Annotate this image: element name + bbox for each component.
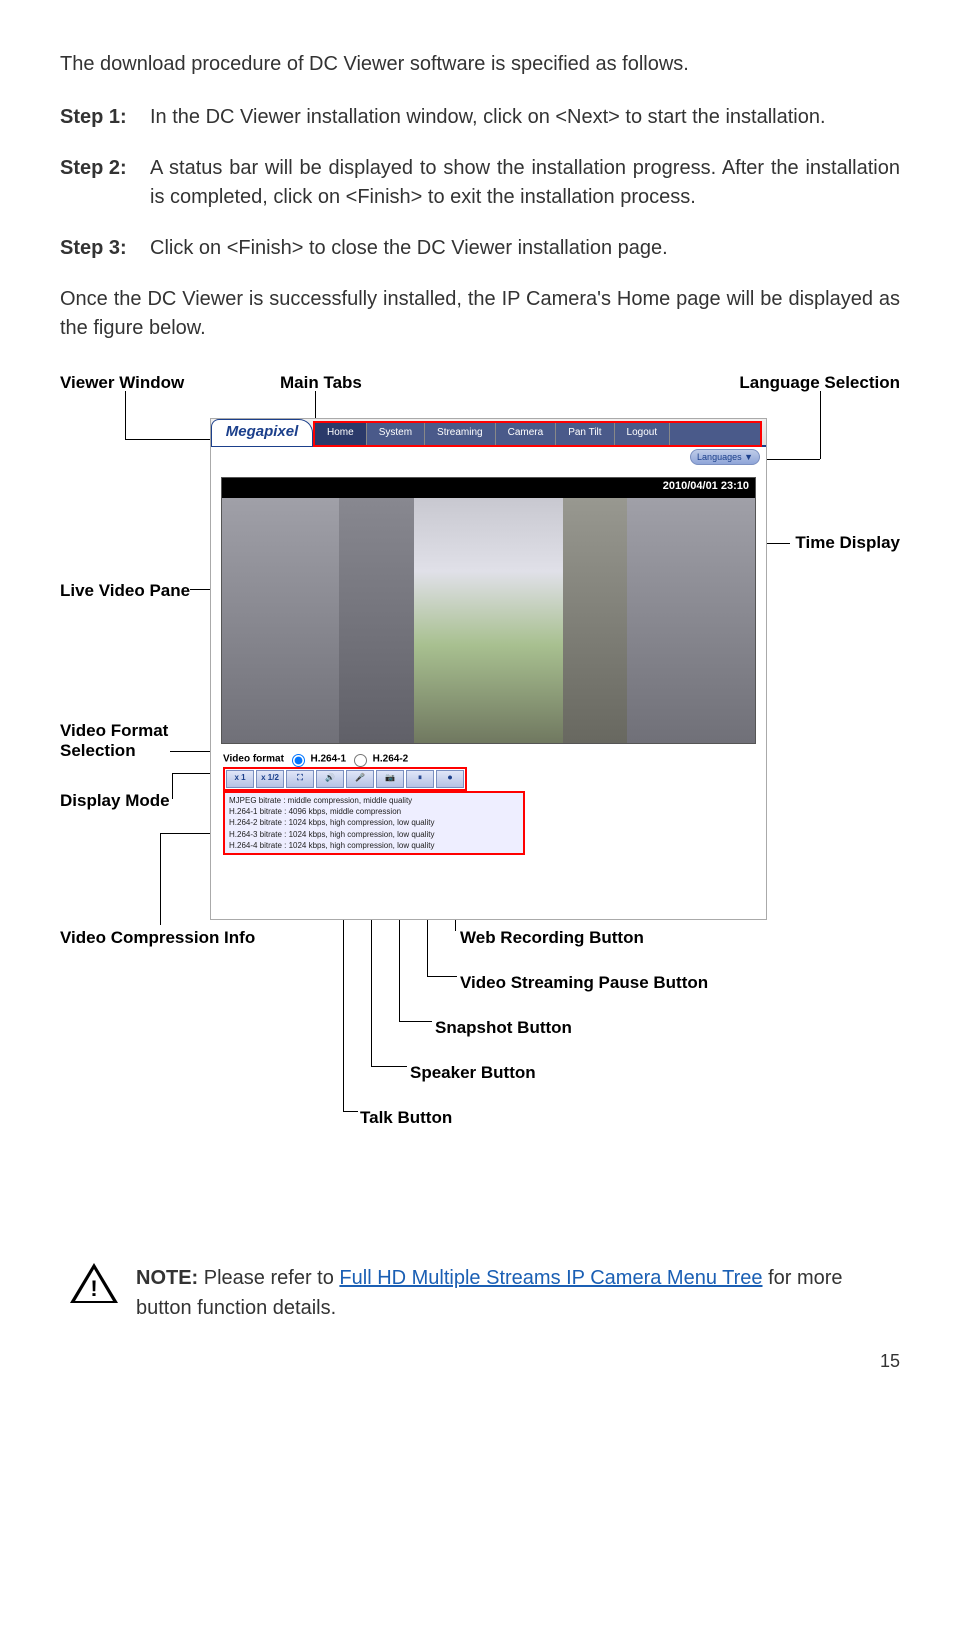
- callout-viewer-window: Viewer Window: [60, 373, 184, 393]
- control-button-4[interactable]: 🎤: [346, 770, 374, 788]
- callout-video-format-selection: Video Format Selection: [60, 721, 168, 761]
- video-format-label: Video format: [223, 754, 284, 765]
- menu-tree-link[interactable]: Full HD Multiple Streams IP Camera Menu …: [339, 1267, 762, 1289]
- intro-text: The download procedure of DC Viewer soft…: [60, 50, 900, 79]
- tab-camera[interactable]: Camera: [496, 423, 557, 445]
- callout-main-tabs: Main Tabs: [280, 373, 362, 393]
- control-button-2[interactable]: ⛶: [286, 770, 314, 788]
- conclusion-text: Once the DC Viewer is successfully insta…: [60, 285, 900, 343]
- tab-home[interactable]: Home: [315, 423, 367, 445]
- step-row-2: Step 2:A status bar will be displayed to…: [60, 154, 900, 212]
- video-format-row: Video format H.264-1 H.264-2: [223, 751, 408, 767]
- callout-snapshot-button: Snapshot Button: [435, 1018, 572, 1038]
- callout-language-selection: Language Selection: [739, 373, 900, 393]
- live-video-pane: 2010/04/01 23:10: [221, 477, 756, 744]
- tab-system[interactable]: System: [367, 423, 425, 445]
- step-row-1: Step 1:In the DC Viewer installation win…: [60, 103, 900, 132]
- step-row-3: Step 3:Click on <Finish> to close the DC…: [60, 234, 900, 263]
- callout-video-streaming-pause-button: Video Streaming Pause Button: [460, 973, 708, 993]
- step-label: Step 2:: [60, 154, 150, 212]
- note-row: ! NOTE: Please refer to Full HD Multiple…: [60, 1263, 900, 1323]
- tab-streaming[interactable]: Streaming: [425, 423, 496, 445]
- tab-logout[interactable]: Logout: [615, 423, 671, 445]
- compression-info-box: MJPEG bitrate : middle compression, midd…: [223, 791, 525, 855]
- callout-talk-button: Talk Button: [360, 1108, 452, 1128]
- control-button-3[interactable]: 🔊: [316, 770, 344, 788]
- control-button-1[interactable]: x 1/2: [256, 770, 284, 788]
- ip-camera-home-window: Megapixel HomeSystemStreamingCameraPan T…: [210, 418, 767, 920]
- vf-option-1: H.264-1: [311, 754, 347, 765]
- callout-display-mode: Display Mode: [60, 791, 170, 811]
- note-body-before: Please refer to: [198, 1267, 339, 1289]
- note-text: NOTE: Please refer to Full HD Multiple S…: [136, 1263, 890, 1323]
- control-button-7[interactable]: ⏺: [436, 770, 464, 788]
- warning-icon: !: [70, 1263, 118, 1305]
- step-label: Step 1:: [60, 103, 150, 132]
- step-text: Click on <Finish> to close the DC Viewer…: [150, 234, 900, 263]
- time-display: 2010/04/01 23:10: [663, 480, 749, 492]
- step-text: In the DC Viewer installation window, cl…: [150, 103, 900, 132]
- control-button-5[interactable]: 📷: [376, 770, 404, 788]
- video-format-radio-1[interactable]: [292, 754, 305, 767]
- brand-logo: Megapixel: [211, 419, 313, 446]
- callout-speaker-button: Speaker Button: [410, 1063, 536, 1083]
- tab-pan-tilt[interactable]: Pan Tilt: [556, 423, 614, 445]
- main-tabs-group: HomeSystemStreamingCameraPan TiltLogout: [313, 421, 762, 447]
- callout-web-recording-button: Web Recording Button: [460, 928, 644, 948]
- language-dropdown[interactable]: Languages ▼: [690, 449, 760, 465]
- callout-video-compression-info: Video Compression Info: [60, 928, 255, 948]
- control-button-0[interactable]: x 1: [226, 770, 254, 788]
- callout-time-display: Time Display: [795, 533, 900, 553]
- compression-line: H.264-3 bitrate : 1024 kbps, high compre…: [229, 829, 519, 840]
- annotated-screenshot-figure: Viewer Window Main Tabs Language Selecti…: [60, 373, 900, 1203]
- compression-line: H.264-2 bitrate : 1024 kbps, high compre…: [229, 817, 519, 828]
- compression-line: MJPEG bitrate : middle compression, midd…: [229, 795, 519, 806]
- compression-line: H.264-1 bitrate : 4096 kbps, middle comp…: [229, 806, 519, 817]
- control-button-row: x 1x 1/2⛶🔊🎤📷⏸⏺: [223, 767, 467, 791]
- step-text: A status bar will be displayed to show t…: [150, 154, 900, 212]
- compression-line: H.264-4 bitrate : 1024 kbps, high compre…: [229, 840, 519, 851]
- step-label: Step 3:: [60, 234, 150, 263]
- page-number: 15: [60, 1351, 900, 1372]
- video-format-radio-2[interactable]: [354, 754, 367, 767]
- vf-option-2: H.264-2: [373, 754, 409, 765]
- control-button-6[interactable]: ⏸: [406, 770, 434, 788]
- note-prefix: NOTE:: [136, 1267, 198, 1289]
- callout-live-video-pane: Live Video Pane: [60, 581, 190, 601]
